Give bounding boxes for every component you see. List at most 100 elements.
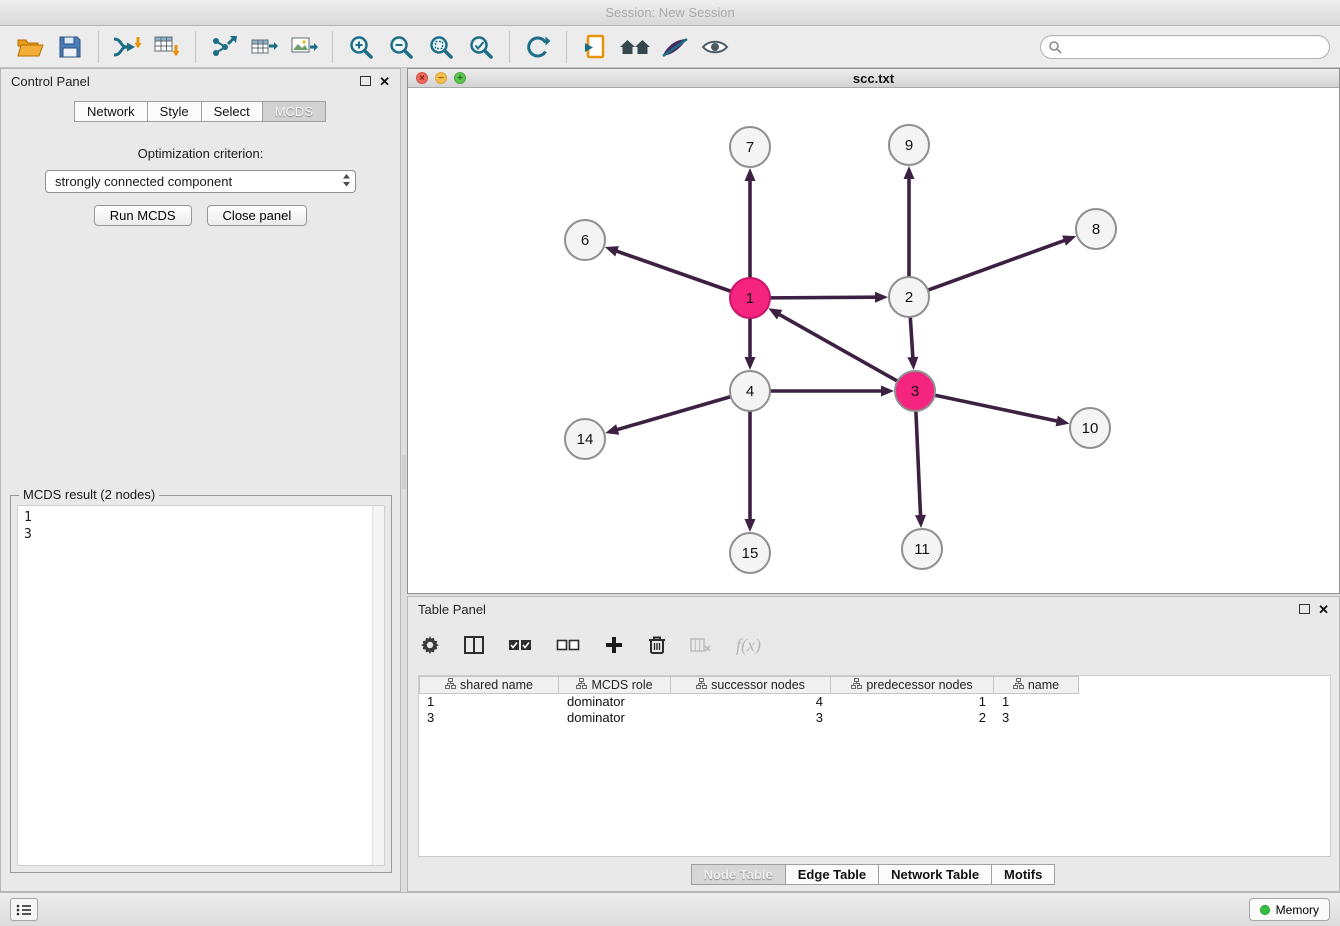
zoom-out-icon[interactable] xyxy=(381,29,421,65)
panel-splitter-handle[interactable] xyxy=(402,455,406,489)
edge-arrowhead xyxy=(904,166,915,179)
maximize-window-icon[interactable]: + xyxy=(454,72,466,84)
graph-node-14[interactable]: 14 xyxy=(565,419,605,459)
network-graph: 7 9 6 8 1 2 4 3 14 10 15 11 xyxy=(408,88,1339,593)
criterion-dropdown-value: strongly connected component xyxy=(55,174,342,189)
edge-arrowhead xyxy=(907,357,918,370)
column-header-shared-name[interactable]: shared name xyxy=(419,676,559,694)
open-folder-icon[interactable] xyxy=(10,29,50,65)
column-header-name[interactable]: name xyxy=(994,676,1079,694)
edge-arrowhead xyxy=(605,246,619,256)
close-panel-button[interactable]: Close panel xyxy=(207,205,308,226)
edge-3-11[interactable] xyxy=(916,411,921,517)
import-table-icon[interactable] xyxy=(147,29,187,65)
deselect-all-icon[interactable] xyxy=(556,637,580,653)
zoom-selected-icon[interactable] xyxy=(461,29,501,65)
network-canvas[interactable]: 7 9 6 8 1 2 4 3 14 10 15 11 xyxy=(408,88,1339,593)
export-image-icon[interactable] xyxy=(284,29,324,65)
node-label: 3 xyxy=(911,383,919,400)
float-table-panel-icon[interactable] xyxy=(1299,604,1310,614)
show-hide-eye-icon[interactable] xyxy=(695,29,735,65)
edge-arrowhead xyxy=(875,292,888,303)
edge-2-8[interactable] xyxy=(928,240,1066,290)
minimize-window-icon[interactable]: − xyxy=(435,72,447,84)
close-panel-icon[interactable]: ✕ xyxy=(379,75,390,88)
edge-1-2[interactable] xyxy=(770,297,877,298)
table-tab-motifs[interactable]: Motifs xyxy=(991,864,1055,885)
result-scrollbar[interactable] xyxy=(372,506,384,865)
toolbar-separator xyxy=(566,31,567,63)
mcds-result-group: MCDS result (2 nodes) 1 3 xyxy=(10,495,392,873)
table-cell: 3 xyxy=(419,710,559,726)
table-settings-gear-icon[interactable] xyxy=(420,635,440,655)
table-cell: dominator xyxy=(559,710,671,726)
toolbar-separator xyxy=(98,31,99,63)
memory-label: Memory xyxy=(1276,903,1319,917)
column-header-predecessor-nodes[interactable]: predecessor nodes xyxy=(831,676,994,694)
table-cell: 2 xyxy=(831,710,994,726)
tab-style[interactable]: Style xyxy=(147,101,202,122)
tab-network[interactable]: Network xyxy=(74,101,148,122)
criterion-dropdown[interactable]: strongly connected component xyxy=(45,170,356,193)
table-tab-edge-table[interactable]: Edge Table xyxy=(785,864,879,885)
close-window-icon[interactable]: × xyxy=(416,72,428,84)
zoom-in-icon[interactable] xyxy=(341,29,381,65)
task-history-list-icon[interactable] xyxy=(10,898,38,921)
graph-node-10[interactable]: 10 xyxy=(1070,408,1110,448)
float-panel-icon[interactable] xyxy=(360,76,371,86)
graph-node-3[interactable]: 3 xyxy=(895,371,935,411)
table-row[interactable]: 1dominator411 xyxy=(419,694,1330,710)
delete-column-icon[interactable] xyxy=(690,637,712,653)
export-network-icon[interactable] xyxy=(204,29,244,65)
delete-trash-icon[interactable] xyxy=(648,635,666,655)
clone-network-icon[interactable] xyxy=(575,29,615,65)
node-label: 6 xyxy=(581,232,589,249)
edge-4-14[interactable] xyxy=(616,397,731,430)
edge-3-1[interactable] xyxy=(778,314,898,381)
graph-node-1[interactable]: 1 xyxy=(730,278,770,318)
graph-node-11[interactable]: 11 xyxy=(902,529,942,569)
graph-node-7[interactable]: 7 xyxy=(730,127,770,167)
graph-node-9[interactable]: 9 xyxy=(889,125,929,165)
graph-node-6[interactable]: 6 xyxy=(565,220,605,260)
memory-button[interactable]: Memory xyxy=(1249,898,1330,921)
tab-select[interactable]: Select xyxy=(201,101,263,122)
graph-node-8[interactable]: 8 xyxy=(1076,209,1116,249)
save-icon[interactable] xyxy=(50,29,90,65)
edge-arrowhead xyxy=(1056,416,1070,427)
select-all-icon[interactable] xyxy=(508,637,532,653)
edge-2-3[interactable] xyxy=(910,317,913,359)
column-header-MCDS-role[interactable]: MCDS role xyxy=(559,676,671,694)
search-input[interactable] xyxy=(1040,35,1330,59)
control-panel: Control Panel ✕ NetworkStyleSelectMCDS O… xyxy=(0,68,401,892)
zoom-fit-icon[interactable] xyxy=(421,29,461,65)
graph-node-15[interactable]: 15 xyxy=(730,533,770,573)
table-tab-node-table[interactable]: Node Table xyxy=(691,864,786,885)
table-cell: 1 xyxy=(994,694,1079,710)
control-panel-title: Control Panel xyxy=(11,74,90,89)
import-network-icon[interactable] xyxy=(107,29,147,65)
edge-1-6[interactable] xyxy=(615,251,731,292)
run-mcds-button[interactable]: Run MCDS xyxy=(94,205,192,226)
column-layout-icon[interactable] xyxy=(464,636,484,654)
home-icon[interactable] xyxy=(615,29,655,65)
add-column-plus-icon[interactable] xyxy=(604,635,624,655)
tab-mcds[interactable]: MCDS xyxy=(262,101,326,122)
function-builder-icon[interactable]: f(x) xyxy=(736,635,761,656)
network-window-title: scc.txt xyxy=(853,71,894,86)
close-table-panel-icon[interactable]: ✕ xyxy=(1318,603,1329,616)
column-header-successor-nodes[interactable]: successor nodes xyxy=(671,676,831,694)
table-cell: 3 xyxy=(994,710,1079,726)
edge-3-10[interactable] xyxy=(935,395,1059,421)
graph-node-2[interactable]: 2 xyxy=(889,277,929,317)
refresh-icon[interactable] xyxy=(518,29,558,65)
application-window: Session: New Session xyxy=(0,0,1340,926)
table-tab-network-table[interactable]: Network Table xyxy=(878,864,992,885)
graph-node-4[interactable]: 4 xyxy=(730,371,770,411)
table-row[interactable]: 3dominator323 xyxy=(419,710,1330,726)
edge-arrowhead xyxy=(881,386,894,397)
node-table-body: 1dominator4113dominator323 xyxy=(419,694,1330,726)
node-label: 15 xyxy=(742,545,759,562)
export-table-icon[interactable] xyxy=(244,29,284,65)
apply-style-icon[interactable] xyxy=(655,29,695,65)
